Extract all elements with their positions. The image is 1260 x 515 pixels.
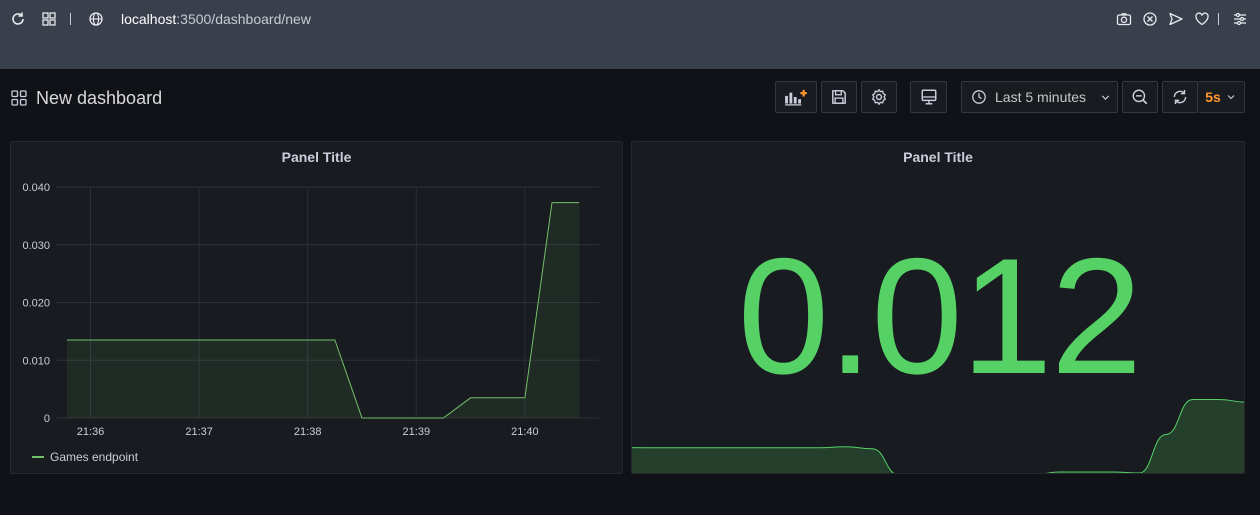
y-tick-label: 0.010 [22, 355, 50, 367]
dashboard-title-group[interactable]: New dashboard [11, 87, 162, 109]
refresh-interval-picker[interactable]: 5s [1198, 81, 1245, 113]
x-tick-label: 21:39 [403, 426, 431, 438]
legend-series-label: Games endpoint [50, 450, 139, 464]
y-tick-label: 0.020 [22, 298, 50, 310]
toolbar-divider [1218, 13, 1219, 25]
dashboard-title: New dashboard [36, 88, 163, 108]
time-range-picker[interactable]: Last 5 minutes [961, 81, 1118, 113]
dashboard-header: New dashboard Last 5 minutes 5s [0, 69, 1260, 127]
url-host: localhost [121, 11, 177, 27]
panel-title[interactable]: Panel Title [632, 149, 1244, 165]
x-tick-label: 21:38 [294, 426, 322, 438]
reload-icon[interactable] [9, 10, 27, 28]
menu-icon[interactable] [1231, 10, 1249, 28]
graph-panel[interactable]: Panel Title 0 0.010 0.020 0.030 0.040 21:36 21… [10, 141, 623, 474]
apps-grid-icon[interactable] [40, 10, 58, 28]
dashboard-settings-button[interactable] [861, 81, 897, 113]
monitor-icon [921, 89, 936, 105]
zoom-out-button[interactable] [1122, 81, 1158, 113]
timeseries-chart: 0 0.010 0.020 0.030 0.040 21:36 21:37 21:38 21:3… [22, 182, 599, 438]
gear-icon [872, 89, 886, 105]
save-icon [832, 90, 846, 104]
x-tick-label: 21:37 [185, 426, 213, 438]
legend-swatch [32, 456, 44, 458]
stat-panel[interactable]: Panel Title 0.012 [631, 141, 1245, 474]
y-tick-label: 0.030 [22, 240, 50, 252]
zoom-out-icon [1132, 89, 1148, 105]
refresh-button[interactable] [1162, 81, 1198, 113]
sparkline-area [632, 399, 1244, 473]
send-icon[interactable] [1167, 10, 1185, 28]
chart-legend[interactable]: Games endpoint [32, 450, 138, 464]
tv-mode-button[interactable] [910, 81, 947, 113]
refresh-interval-label: 5s [1205, 89, 1221, 105]
chevron-down-icon [1227, 95, 1235, 100]
stat-value: 0.012 [737, 224, 1143, 408]
address-bar[interactable]: localhost:3500/dashboard/new [121, 10, 311, 28]
browser-toolbar: localhost:3500/dashboard/new [0, 0, 1260, 69]
refresh-icon [1173, 90, 1187, 104]
time-range-label: Last 5 minutes [995, 89, 1087, 105]
block-icon[interactable] [1141, 10, 1159, 28]
stat-sparkline [632, 399, 1244, 473]
add-panel-icon [785, 89, 807, 106]
dashboard-grid-icon [11, 90, 27, 106]
chevron-down-icon [1101, 94, 1110, 100]
url-path: :3500/dashboard/new [176, 11, 311, 27]
heart-icon[interactable] [1193, 10, 1211, 28]
globe-icon [87, 10, 105, 28]
series-area [67, 202, 580, 418]
y-tick-label: 0 [44, 413, 50, 425]
grafana-app: New dashboard Last 5 minutes 5s Panel Ti… [0, 69, 1260, 515]
y-tick-label: 0.040 [22, 182, 50, 194]
x-tick-label: 21:36 [77, 426, 105, 438]
clock-icon [972, 90, 986, 104]
add-panel-button[interactable] [775, 81, 817, 113]
toolbar-divider [70, 13, 71, 25]
camera-icon[interactable] [1115, 10, 1133, 28]
x-tick-label: 21:40 [511, 426, 539, 438]
save-dashboard-button[interactable] [821, 81, 857, 113]
